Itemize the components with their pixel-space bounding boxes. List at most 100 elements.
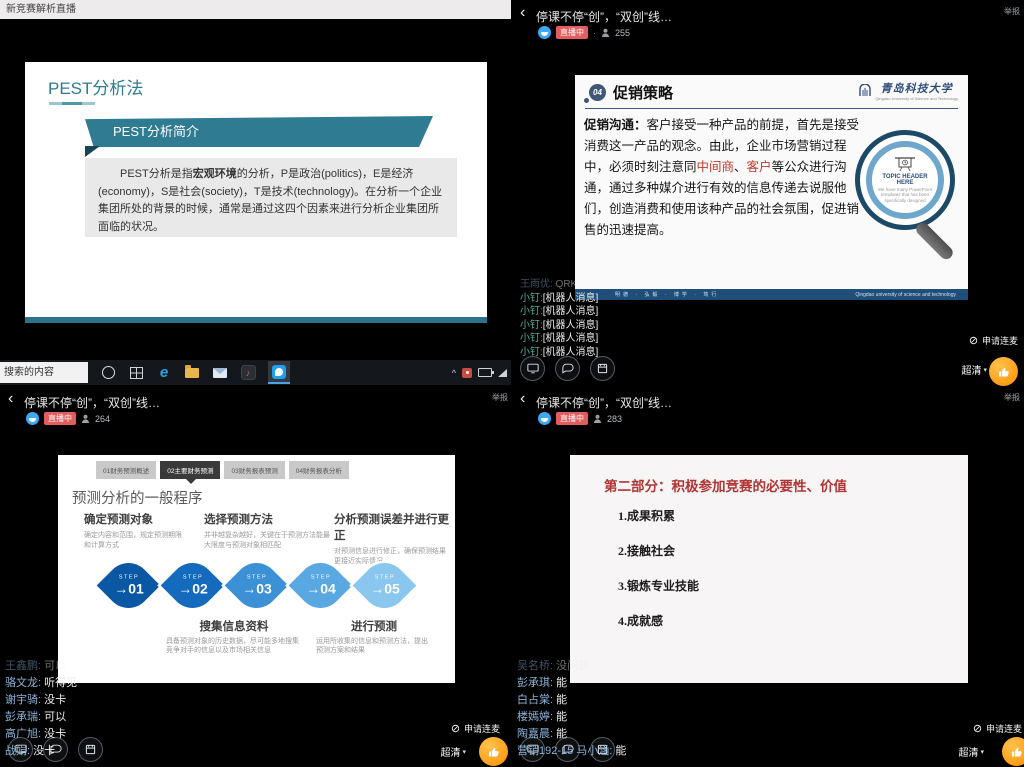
chat-message: 白占棠: 能 — [517, 692, 626, 709]
report-button[interactable]: 举报 — [492, 392, 508, 403]
like-button[interactable] — [1002, 737, 1024, 766]
footer-motto: 明德 · 弘毅 · 博学 · 笃行 — [615, 291, 719, 298]
slide-title: 第二部分：积极参加竞赛的必要性、价值 — [604, 475, 847, 495]
chat-message: 彭承瑞: 可以 — [5, 709, 77, 726]
promo-slide: 04 促销策略 青岛科技大学 Qingdao University of Sci… — [575, 75, 968, 300]
avatar — [538, 412, 551, 425]
network-icon[interactable] — [498, 369, 507, 377]
task-view-icon[interactable] — [128, 365, 144, 381]
quality-selector[interactable]: 超清▾ — [440, 744, 466, 759]
report-button[interactable]: 举报 — [1004, 392, 1020, 403]
banner-fold — [85, 146, 100, 157]
battery-icon[interactable] — [478, 368, 492, 377]
thumb-up-icon — [1010, 745, 1024, 759]
chevron-down-icon: ▾ — [980, 748, 984, 756]
back-button[interactable]: ‹ — [8, 391, 13, 407]
viewer-person-icon — [593, 414, 602, 423]
link-icon — [973, 724, 982, 733]
window-title: 新竞赛解析直播 — [6, 4, 76, 15]
file-explorer-icon[interactable] — [184, 365, 200, 381]
chat-message: 吴名桥: 没问题 — [517, 658, 626, 675]
chat-message: 小钉:[机器人消息] — [520, 305, 598, 319]
viewer-person-icon — [81, 414, 90, 423]
chat-message: 彭承琪: 能 — [517, 675, 626, 692]
quality-selector[interactable]: 超清▾ — [958, 744, 984, 759]
header-rule — [585, 108, 958, 109]
chat-icon[interactable] — [555, 356, 580, 381]
chat-messages: 王雨优: QRK小钉:[机器人消息]小钉:[机器人消息]小钉:[机器人消息]小钉… — [520, 278, 598, 359]
viewer-count: 283 — [607, 414, 622, 424]
room-title: 停课不停“创”，“双创”线… — [536, 394, 672, 411]
mic-request-button[interactable]: 申请连麦 — [451, 722, 500, 735]
schedule-icon[interactable] — [590, 356, 615, 381]
mic-request-button[interactable]: 申请连麦 — [969, 334, 1018, 347]
university-logo-icon — [858, 84, 872, 98]
tray-app-icon[interactable] — [462, 368, 472, 378]
forecast-slide: 01财务预测概述 02主要财务预测 03财务报表预测 04财务报表分析 预测分析… — [58, 455, 455, 683]
chat-message: 王雨优: QRK — [520, 278, 598, 292]
like-button[interactable] — [989, 357, 1018, 386]
magnifier-handle — [914, 220, 956, 262]
edge-browser-icon[interactable]: e — [156, 365, 172, 381]
live-badge: 直播中 — [556, 412, 588, 425]
chat-message: 谢宇骑: 没卡 — [5, 692, 77, 709]
block-forecast: 进行预测 运用所收集的信息和预测方法，提出预测方案和结果 — [316, 618, 432, 655]
chat-message: 王鑫鹏: 可以 — [5, 658, 77, 675]
slide-heading: 预测分析的一般程序 — [72, 487, 203, 508]
live-badge: 直播中 — [44, 412, 76, 425]
slide-body-text: 促销沟通：客户接受一种产品的前提，首先是接受消费这一产品的观念。由此，企业市场营… — [584, 115, 866, 241]
avatar — [26, 412, 39, 425]
chat-message: 楼嫣婷: 能 — [517, 709, 626, 726]
part2-slide: 第二部分：积极参加竞赛的必要性、价值 1.成果积累 2.接触社会 3.锻炼专业技… — [570, 455, 968, 683]
link-icon — [969, 336, 978, 345]
back-button[interactable]: ‹ — [520, 391, 525, 407]
dingtalk-icon[interactable] — [268, 361, 290, 384]
column-1: 确定预测对象 确定内容和范围，规定预测期限和计算方式 — [84, 511, 188, 550]
tab-2-active: 02主要财务预测 — [160, 461, 220, 479]
live-badge: 直播中 — [556, 26, 588, 39]
room-title: 停课不停“创”，“双创”线… — [536, 8, 672, 25]
chat-message: 小钉:[机器人消息] — [520, 346, 598, 360]
tab-3: 03财务报表预测 — [224, 461, 284, 479]
back-button[interactable]: ‹ — [520, 5, 525, 21]
block-collect-info: 搜集信息资料 具备预测对象的历史数据，尽可能多地搜集竞争对手的信息以及市场相关信… — [166, 618, 302, 655]
section-number-badge: 04 — [589, 84, 606, 101]
chat-message: 营销192-15 马小涵: 能 — [517, 743, 626, 760]
chevron-down-icon: ▾ — [983, 366, 987, 374]
tray-chevron-icon[interactable]: ^ — [452, 368, 456, 378]
magnifier-subtext: We have many PowerPoint templates that h… — [876, 187, 934, 204]
system-tray: ^ — [452, 368, 507, 378]
chat-message: 高广旭: 没卡 — [5, 726, 77, 743]
chat-message: 骆文龙: 听得见 — [5, 675, 77, 692]
footer-university-en: Qingdao university of science and techno… — [855, 292, 956, 298]
decorative-dot — [584, 98, 589, 103]
quality-selector[interactable]: 超清▾ — [961, 362, 987, 377]
chevron-down-icon: ▾ — [462, 748, 466, 756]
screen-share-icon[interactable] — [520, 356, 545, 381]
chat-message: 战娟: 没卡 — [5, 743, 77, 760]
windows-taskbar: 搜索的内容 e ♪ ^ — [0, 360, 511, 385]
slide-footer-bar: 明德 · 弘毅 · 博学 · 笃行 Qingdao university of … — [575, 289, 968, 300]
taskbar-search-input[interactable]: 搜索的内容 — [0, 362, 88, 383]
music-app-icon[interactable]: ♪ — [240, 365, 256, 381]
cortana-icon[interactable] — [100, 365, 116, 381]
report-button[interactable]: 举报 — [1004, 6, 1020, 17]
chat-messages: 吴名桥: 没问题彭承琪: 能白占棠: 能楼嫣婷: 能陶嘉晨: 能营销192-15… — [517, 658, 626, 760]
thumb-up-icon — [487, 745, 501, 759]
mic-request-button[interactable]: 申请连麦 — [973, 722, 1022, 735]
column-2: 选择预测方法 并非越复杂越好，关键在于预测方法能最大限度与预测对象相匹配 — [204, 511, 330, 550]
window-title-bar: 新竞赛解析直播 — [0, 0, 511, 19]
chat-message: 陶嘉晨: 能 — [517, 726, 626, 743]
list-item: 2.接触社会 — [618, 542, 699, 559]
step-04: STEP→04 — [288, 555, 354, 615]
chat-message: 小钉:[机器人消息] — [520, 292, 598, 306]
avatar — [538, 26, 551, 39]
schedule-icon[interactable] — [78, 737, 103, 762]
viewer-count: 264 — [95, 414, 110, 424]
like-button[interactable] — [479, 737, 508, 766]
section-banner: PEST分析简介 — [85, 116, 433, 147]
slide-title: 促销策略 — [613, 82, 673, 103]
pest-slide: PEST分析法 PEST分析简介 PEST分析是指宏观环境的分析，P是政治(po… — [25, 62, 487, 323]
university-name: 青岛科技大学 — [881, 80, 953, 96]
mail-icon[interactable] — [212, 365, 228, 381]
